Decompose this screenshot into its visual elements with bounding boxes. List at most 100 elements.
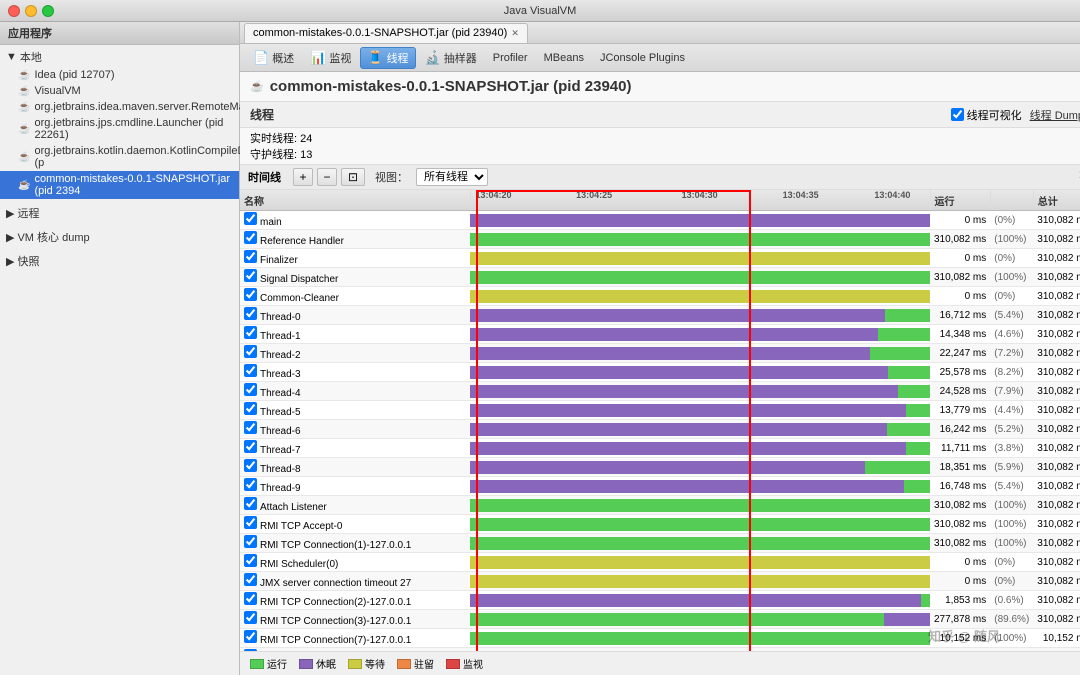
- thread-run-cell: 18,351 ms: [930, 458, 990, 477]
- table-row[interactable]: Thread-711,711 ms(3.8%)310,082 ms: [240, 439, 1080, 458]
- thread-checkbox[interactable]: [244, 364, 257, 377]
- tab-close-icon[interactable]: ✕: [511, 28, 519, 39]
- thread-timeline-cell: [470, 325, 930, 344]
- table-row[interactable]: RMI TCP Accept-0310,082 ms(100%)310,082 …: [240, 515, 1080, 534]
- close-button[interactable]: [8, 5, 20, 17]
- thread-total-cell: 310,082 ms: [1033, 211, 1080, 230]
- thread-checkbox[interactable]: [244, 611, 257, 624]
- mbeans-button[interactable]: MBeans: [537, 49, 591, 67]
- threads-button[interactable]: 🧵 线程: [360, 47, 415, 69]
- jconsole-button[interactable]: JConsole Plugins: [593, 49, 692, 67]
- table-row[interactable]: Thread-916,748 ms(5.4%)310,082 ms: [240, 477, 1080, 496]
- table-row[interactable]: Thread-114,348 ms(4.6%)310,082 ms: [240, 325, 1080, 344]
- thread-name-cell: Thread-1: [240, 325, 470, 344]
- thread-list[interactable]: 名称 13:04:20 13:04:25 13:04:30 13:04:35 1…: [240, 190, 1080, 651]
- zoom-fit-button[interactable]: ⊡: [341, 168, 365, 186]
- thread-checkbox[interactable]: [244, 497, 257, 510]
- sidebar-item-visualvm[interactable]: ☕ VisualVM: [0, 83, 239, 99]
- local-section-header[interactable]: ▼ 本地: [0, 47, 239, 67]
- thread-total-cell: 310,082 ms: [1033, 515, 1080, 534]
- col-timeline: 13:04:20 13:04:25 13:04:30 13:04:35 13:0…: [470, 190, 930, 211]
- thread-name-cell: Thread-4: [240, 382, 470, 401]
- thread-pct-cell: (5.2%): [990, 420, 1033, 439]
- thread-checkbox[interactable]: [244, 288, 257, 301]
- thread-dump-button[interactable]: 线程 Dump: [1030, 107, 1080, 123]
- thread-checkbox[interactable]: [244, 421, 257, 434]
- table-row[interactable]: main0 ms(0%)310,082 ms: [240, 211, 1080, 230]
- maximize-button[interactable]: [42, 5, 54, 17]
- thread-run-cell: 310,082 ms: [930, 515, 990, 534]
- thread-checkbox[interactable]: [244, 478, 257, 491]
- sidebar-item-kotlin[interactable]: ☕ org.jetbrains.kotlin.daemon.KotlinComp…: [0, 143, 239, 171]
- thread-checkbox[interactable]: [244, 649, 257, 651]
- thread-checkbox[interactable]: [244, 440, 257, 453]
- thread-checkbox[interactable]: [244, 535, 257, 548]
- table-row[interactable]: RMI TCP Connection(2)-127.0.0.11,853 ms(…: [240, 591, 1080, 610]
- remote-section-header[interactable]: ▶ 远程: [0, 203, 239, 223]
- table-row[interactable]: Thread-513,779 ms(4.4%)310,082 ms: [240, 401, 1080, 420]
- thread-checkbox[interactable]: [244, 573, 257, 586]
- table-row[interactable]: Thread-325,578 ms(8.2%)310,082 ms: [240, 363, 1080, 382]
- view-select[interactable]: 所有线程: [416, 168, 488, 186]
- thread-checkbox[interactable]: [244, 269, 257, 282]
- main-tab[interactable]: common-mistakes-0.0.1-SNAPSHOT.jar (pid …: [244, 23, 528, 43]
- thread-total-cell: 310,082 ms: [1033, 477, 1080, 496]
- table-row[interactable]: Signal Dispatcher310,082 ms(100%)310,082…: [240, 268, 1080, 287]
- thread-checkbox[interactable]: [244, 307, 257, 320]
- thread-timeline-cell: [470, 287, 930, 306]
- legend-wait-label: 等待: [365, 656, 385, 671]
- thread-total-cell: 310,082 ms: [1033, 325, 1080, 344]
- thread-timeline-cell: [470, 344, 930, 363]
- overview-button[interactable]: 📄 概述: [246, 47, 301, 69]
- thread-checkbox[interactable]: [244, 459, 257, 472]
- thread-pct-cell: (5.9%): [990, 458, 1033, 477]
- table-row[interactable]: Reference Handler310,082 ms(100%)310,082…: [240, 230, 1080, 249]
- thread-checkbox[interactable]: [244, 516, 257, 529]
- thread-checkbox[interactable]: [244, 402, 257, 415]
- thread-checkbox[interactable]: [244, 554, 257, 567]
- thread-pct-cell: (0.6%): [990, 591, 1033, 610]
- sidebar-item-launcher[interactable]: ☕ org.jetbrains.jps.cmdline.Launcher (pi…: [0, 115, 239, 143]
- thread-checkbox[interactable]: [244, 345, 257, 358]
- profiler-button[interactable]: Profiler: [486, 49, 535, 67]
- thread-checkbox[interactable]: [244, 231, 257, 244]
- sidebar-item-maven[interactable]: ☕ org.jetbrains.idea.maven.server.Remote…: [0, 99, 239, 115]
- table-row[interactable]: Attach Listener310,082 ms(100%)310,082 m…: [240, 496, 1080, 515]
- thread-checkbox[interactable]: [244, 250, 257, 263]
- sampler-button[interactable]: 🔬 抽样器: [418, 47, 484, 69]
- table-row[interactable]: RMI TCP Connection(1)-127.0.0.1310,082 m…: [240, 534, 1080, 553]
- table-row[interactable]: Thread-016,712 ms(5.4%)310,082 ms: [240, 306, 1080, 325]
- table-row[interactable]: Thread-818,351 ms(5.9%)310,082 ms: [240, 458, 1080, 477]
- page-title-bar: ☕ common-mistakes-0.0.1-SNAPSHOT.jar (pi…: [240, 72, 1080, 102]
- table-row[interactable]: RMI TCP Connection(8)-127.0.0.110,152 ms…: [240, 648, 1080, 652]
- thread-checkbox[interactable]: [244, 326, 257, 339]
- overview-label: 概述: [272, 50, 294, 66]
- thread-name-cell: Attach Listener: [240, 496, 470, 515]
- thread-checkbox[interactable]: [244, 592, 257, 605]
- table-row[interactable]: Thread-616,242 ms(5.2%)310,082 ms: [240, 420, 1080, 439]
- sidebar-item-common-mistakes[interactable]: ☕ common-mistakes-0.0.1-SNAPSHOT.jar (pi…: [0, 171, 239, 199]
- thread-checkbox[interactable]: [244, 630, 257, 643]
- coredump-section-header[interactable]: ▶ VM 核心 dump: [0, 227, 239, 247]
- monitor-button[interactable]: 📊 监视: [303, 47, 358, 69]
- legend-run-color: [250, 659, 264, 669]
- page-title: common-mistakes-0.0.1-SNAPSHOT.jar (pid …: [270, 78, 632, 95]
- zoom-in-button[interactable]: +: [293, 168, 313, 186]
- table-row[interactable]: JMX server connection timeout 270 ms(0%)…: [240, 572, 1080, 591]
- thread-visible-control[interactable]: 线程可视化: [951, 107, 1022, 123]
- snapshot-section-header[interactable]: ▶ 快照: [0, 251, 239, 271]
- thread-checkbox[interactable]: [244, 212, 257, 225]
- thread-visible-checkbox[interactable]: [951, 108, 964, 121]
- table-row[interactable]: Common-Cleaner0 ms(0%)310,082 ms: [240, 287, 1080, 306]
- table-row[interactable]: Finalizer0 ms(0%)310,082 ms: [240, 249, 1080, 268]
- zoom-out-button[interactable]: −: [317, 168, 337, 186]
- legend-sleep-label: 休眠: [316, 656, 336, 671]
- thread-checkbox[interactable]: [244, 383, 257, 396]
- table-row[interactable]: Thread-424,528 ms(7.9%)310,082 ms: [240, 382, 1080, 401]
- sidebar-item-idea[interactable]: ☕ Idea (pid 12707): [0, 67, 239, 83]
- minimize-button[interactable]: [25, 5, 37, 17]
- table-row[interactable]: RMI Scheduler(0)0 ms(0%)310,082 ms: [240, 553, 1080, 572]
- thread-total-cell: 310,082 ms: [1033, 287, 1080, 306]
- table-row[interactable]: Thread-222,247 ms(7.2%)310,082 ms: [240, 344, 1080, 363]
- monitor-icon: 📊: [310, 50, 326, 66]
